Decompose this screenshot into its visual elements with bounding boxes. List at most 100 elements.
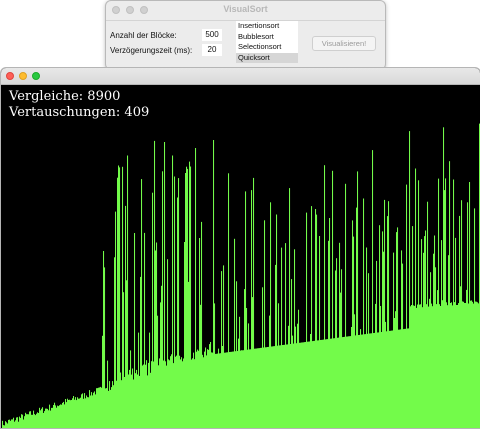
sort-block [33, 410, 35, 428]
sort-block [112, 381, 114, 428]
sort-block [98, 387, 100, 428]
sort-block [457, 305, 459, 428]
algorithm-item-insertionsort[interactable]: Insertionsort [236, 21, 298, 32]
sort-block [374, 332, 376, 428]
sort-block [92, 395, 94, 428]
sort-block [173, 363, 175, 428]
algorithm-item-selectionsort[interactable]: Selectionsort [236, 42, 298, 53]
sort-block [40, 410, 42, 428]
sort-block [32, 414, 34, 428]
sort-block [314, 340, 316, 428]
sort-block [50, 410, 52, 428]
sort-block [63, 401, 65, 428]
sort-block [412, 226, 414, 428]
sort-block [198, 350, 200, 428]
sort-block [317, 340, 319, 428]
sort-block [177, 197, 179, 428]
sort-block [55, 405, 57, 428]
sort-block [157, 315, 159, 428]
sort-block [264, 220, 266, 428]
algorithm-list[interactable]: Insertionsort Bubblesort Selectionsort Q… [236, 21, 298, 63]
sort-block [459, 215, 461, 428]
sort-block [95, 394, 97, 428]
sort-block [16, 417, 18, 428]
delay-input[interactable]: 20 [202, 44, 222, 56]
sort-block [371, 333, 373, 428]
close-button[interactable] [6, 72, 14, 80]
sort-block [21, 414, 23, 428]
sort-block [85, 398, 87, 428]
sort-block [100, 386, 102, 428]
algorithm-item-quicksort[interactable]: Quicksort [236, 52, 298, 63]
sort-block [104, 267, 106, 428]
sort-block [354, 314, 356, 428]
sort-block [366, 247, 368, 428]
sort-block [163, 360, 165, 428]
visualization-window: Vergleiche: 8900 Vertauschungen: 409 [0, 67, 480, 429]
sort-block [443, 127, 445, 428]
sort-block [452, 305, 454, 428]
sort-block [227, 352, 229, 428]
sort-block [276, 214, 278, 428]
algorithm-item-bubblesort[interactable]: Bubblesort [236, 32, 298, 43]
sort-block [297, 323, 299, 428]
sort-block [474, 208, 476, 428]
sort-block [151, 361, 153, 428]
sort-block [321, 339, 323, 428]
sort-block [353, 236, 355, 428]
sort-block [119, 167, 121, 428]
sort-block [110, 389, 112, 428]
sort-block [195, 148, 197, 428]
sort-block [255, 348, 257, 428]
sort-block [230, 351, 232, 428]
sort-block [106, 388, 108, 428]
sort-block [170, 356, 172, 428]
sort-block [29, 411, 31, 428]
sort-block [139, 375, 141, 428]
sort-block [359, 334, 361, 428]
sort-block [72, 398, 74, 428]
sort-block [66, 402, 68, 428]
sort-block [356, 207, 358, 428]
sort-block [194, 359, 196, 428]
sort-block [348, 336, 350, 428]
sort-block [360, 329, 362, 428]
sort-block [149, 332, 151, 428]
sort-block [390, 330, 392, 428]
minimize-button[interactable] [19, 72, 27, 80]
sort-block [103, 251, 105, 428]
sort-block [74, 399, 76, 428]
sort-block [144, 232, 146, 428]
sort-block [203, 357, 205, 428]
sort-block [427, 201, 429, 428]
sort-block [199, 238, 201, 428]
sort-block [462, 301, 464, 428]
sort-block [472, 301, 474, 428]
sort-block [187, 168, 189, 428]
sort-block [335, 270, 337, 428]
sort-block [156, 242, 158, 428]
sort-block [469, 182, 471, 428]
sort-block [307, 341, 309, 428]
sort-block [393, 252, 395, 428]
sort-block [59, 405, 61, 428]
sort-block [70, 400, 72, 428]
visualize-button[interactable]: Visualisieren! [312, 36, 376, 51]
sort-block [282, 345, 284, 428]
sort-block [261, 347, 263, 428]
sort-block [124, 377, 126, 428]
sort-block [419, 304, 421, 428]
sort-block [181, 357, 183, 428]
sort-block [142, 365, 144, 428]
sort-block [246, 308, 248, 428]
sort-block [134, 233, 136, 428]
sort-block [432, 306, 434, 428]
zoom-button[interactable] [32, 72, 40, 80]
block-count-input[interactable]: 500 [202, 29, 222, 41]
sort-block [292, 335, 294, 428]
sort-block [223, 265, 225, 428]
sort-block [57, 405, 59, 428]
sort-block [345, 183, 347, 428]
sort-block [422, 307, 424, 428]
sort-block [179, 355, 181, 428]
